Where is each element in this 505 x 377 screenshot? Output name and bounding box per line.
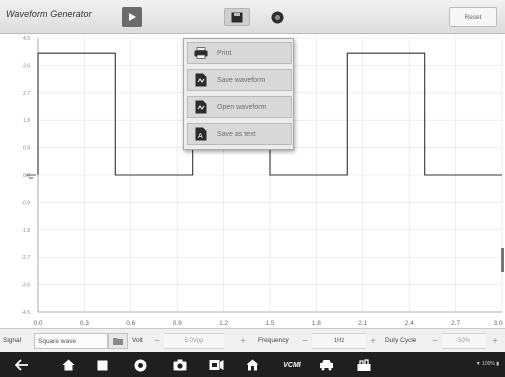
vcmi-icon[interactable]: VCMI [280,357,304,373]
scroll-handle [501,248,504,272]
waveform-controls: Signal Square wave Volt − 5.0Vpp + Frequ… [0,328,505,352]
signal-select[interactable]: Square wave [34,333,108,349]
system-nav-bar: VCMI ▼ 100% ▮ [0,352,505,377]
top-toolbar: Waveform Generator Reset [0,0,505,34]
x-tick-label: 0.0 [33,320,42,327]
menu-item-label: Save as text [217,130,256,138]
screen-record-icon[interactable] [208,357,224,373]
status-indicators: ▼ 100% ▮ [475,361,499,367]
save-dropdown-menu: Print Save waveform Open waveform A Save… [183,38,294,150]
folder-icon [113,338,123,345]
x-tick-label: 0.6 [126,320,135,327]
save-menu-button[interactable] [224,8,250,26]
duty-cycle-label: Duty Cycle [385,337,417,344]
browser-icon[interactable] [132,357,148,373]
x-tick-label: 3.0 [493,320,502,327]
x-tick-label: 2.7 [451,320,460,327]
save-waveform-icon [194,73,208,87]
signal-label: Signal [3,337,22,344]
app-window: Waveform Generator Reset 0.0 0.3 0.6 0.9 1.2… [0,0,505,377]
vcmi-label: VCMI [283,361,301,369]
camera-icon[interactable] [172,357,188,373]
save-icon [231,12,243,22]
frequency-increase-button[interactable]: + [366,333,380,349]
volt-label: Volt [132,337,143,344]
menu-item-label: Open waveform [217,103,267,111]
play-button[interactable] [122,7,142,27]
y-tick-label: 4.5 [23,36,30,42]
y-tick-label: 2.7 [23,91,30,97]
menu-item-print[interactable]: Print [187,42,292,64]
home-icon[interactable] [60,357,76,373]
app-title: Waveform Generator [6,9,92,19]
car-icon[interactable] [318,357,334,373]
x-tick-label: 1.2 [219,320,228,327]
volt-decrease-button[interactable]: − [150,333,164,349]
x-tick-label: 1.5 [265,320,274,327]
y-tick-label: 3.6 [23,63,30,69]
reset-button[interactable]: Reset [449,7,497,27]
back-icon[interactable] [14,357,30,373]
help-icon [271,11,283,23]
signal-dropdown-button[interactable] [108,333,128,349]
x-tick-label: 1.8 [312,320,321,327]
frequency-input[interactable]: 1Hz [312,333,366,349]
save-as-text-icon: A [194,127,208,141]
menu-item-label: Print [217,49,232,57]
x-tick-label: 0.3 [80,320,89,327]
volt-input[interactable]: 5.0Vpp [164,333,224,349]
menu-item-save-waveform[interactable]: Save waveform [187,69,292,91]
recent-apps-icon[interactable] [94,357,110,373]
menu-item-save-as-text[interactable]: A Save as text [187,123,292,145]
y-tick-label: -0.9 [21,200,30,206]
volt-increase-button[interactable]: + [236,333,250,349]
duty-cycle-decrease-button[interactable]: − [428,333,442,349]
signal-value: Square wave [38,338,76,345]
open-waveform-icon [194,100,208,114]
y-tick-label: 0.9 [23,146,30,152]
house-icon[interactable] [244,357,260,373]
help-button[interactable] [264,8,290,26]
menu-item-open-waveform[interactable]: Open waveform [187,96,292,118]
frequency-decrease-button[interactable]: − [298,333,312,349]
svg-text:A: A [198,133,203,140]
x-tick-label: 2.4 [405,320,414,327]
frequency-label: Frequency [258,337,289,344]
tools-icon[interactable] [356,357,372,373]
x-tick-label: 2.1 [358,320,367,327]
play-icon [129,13,136,21]
y-tick-label: 1.8 [23,118,30,124]
y-tick-label: -2.7 [21,255,30,261]
duty-cycle-input[interactable]: 50% [442,333,486,349]
x-tick-label: 0.9 [173,320,182,327]
print-icon [194,46,208,60]
duty-cycle-increase-button[interactable]: + [488,333,502,349]
y-tick-label: -4.5 [21,310,30,316]
y-tick-label: -3.6 [21,283,30,289]
y-tick-label: -1.8 [21,228,30,234]
menu-item-label: Save waveform [217,76,266,84]
